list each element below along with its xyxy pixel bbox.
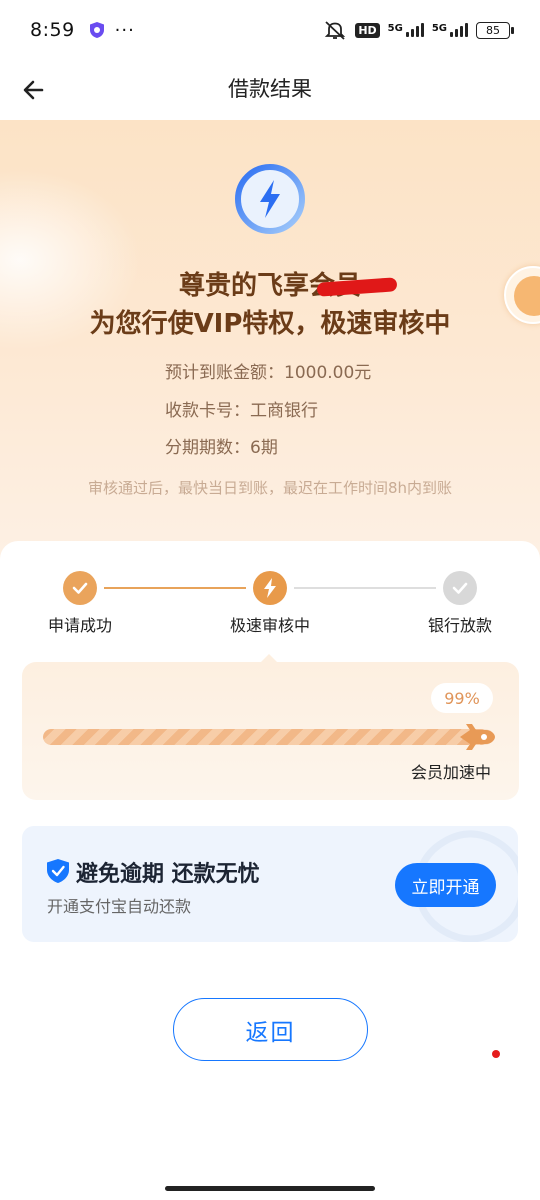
enable-autopay-button[interactable]: 立即开通 (395, 863, 496, 907)
acceleration-label: 会员加速中 (411, 763, 492, 782)
step-label: 申请成功 (48, 616, 113, 635)
more-notifications-icon: ··· (114, 19, 135, 41)
step-connector (104, 587, 246, 589)
step-active-icon (253, 571, 287, 605)
step-connector (294, 587, 436, 589)
check-icon (72, 582, 88, 594)
mute-bell-icon (325, 21, 346, 40)
step-pending-icon (443, 571, 477, 605)
red-dot (492, 1050, 500, 1058)
page-title: 借款结果 (228, 77, 312, 101)
check-icon (452, 582, 468, 594)
promo-title: 避免逾期 还款无忧 (76, 862, 260, 887)
step-label: 极速审核中 (230, 616, 311, 635)
hd-badge: HD (355, 22, 380, 38)
result-hero: 尊贵的飞享会员 为您行使VIP特权，极速审核中 预计到账金额：1000.00元 … (0, 120, 540, 560)
signal-icon: 5G (388, 23, 424, 37)
installment-periods: 分期期数：6期 (165, 438, 278, 458)
progress-bar (43, 729, 493, 745)
arrival-note: 审核通过后，最快当日到账，最迟在工作时间8h内到账 (87, 479, 453, 497)
hero-subtitle: 为您行使VIP特权，极速审核中 (89, 309, 451, 339)
progress-percent: 99% (431, 683, 493, 713)
return-button[interactable]: 返回 (173, 998, 368, 1061)
coin-icon (514, 276, 540, 316)
receiving-card: 收款卡号：工商银行 (165, 401, 318, 421)
hero-title: 尊贵的飞享会员 (178, 271, 361, 301)
promo-subtitle: 开通支付宝自动还款 (47, 897, 192, 916)
signal-icon: 5G (432, 23, 468, 37)
step-label: 银行放款 (428, 616, 493, 635)
home-indicator[interactable] (165, 1186, 375, 1191)
rocket-icon (460, 724, 495, 750)
battery-icon: 85 (476, 21, 514, 39)
step-done-icon (63, 571, 97, 605)
header: 借款结果 (0, 60, 540, 120)
battery-level: 85 (486, 23, 500, 37)
status-bar: 8:59 ··· HD 5G 5G 85 (0, 0, 540, 60)
shield-check-icon (47, 859, 69, 883)
shield-app-icon (89, 22, 104, 38)
expected-amount: 预计到账金额：1000.00元 (165, 363, 372, 383)
lightning-bolt-icon (235, 164, 305, 234)
progress-fill (43, 729, 489, 745)
status-time: 8:59 (30, 19, 75, 41)
lightning-icon (264, 578, 276, 598)
